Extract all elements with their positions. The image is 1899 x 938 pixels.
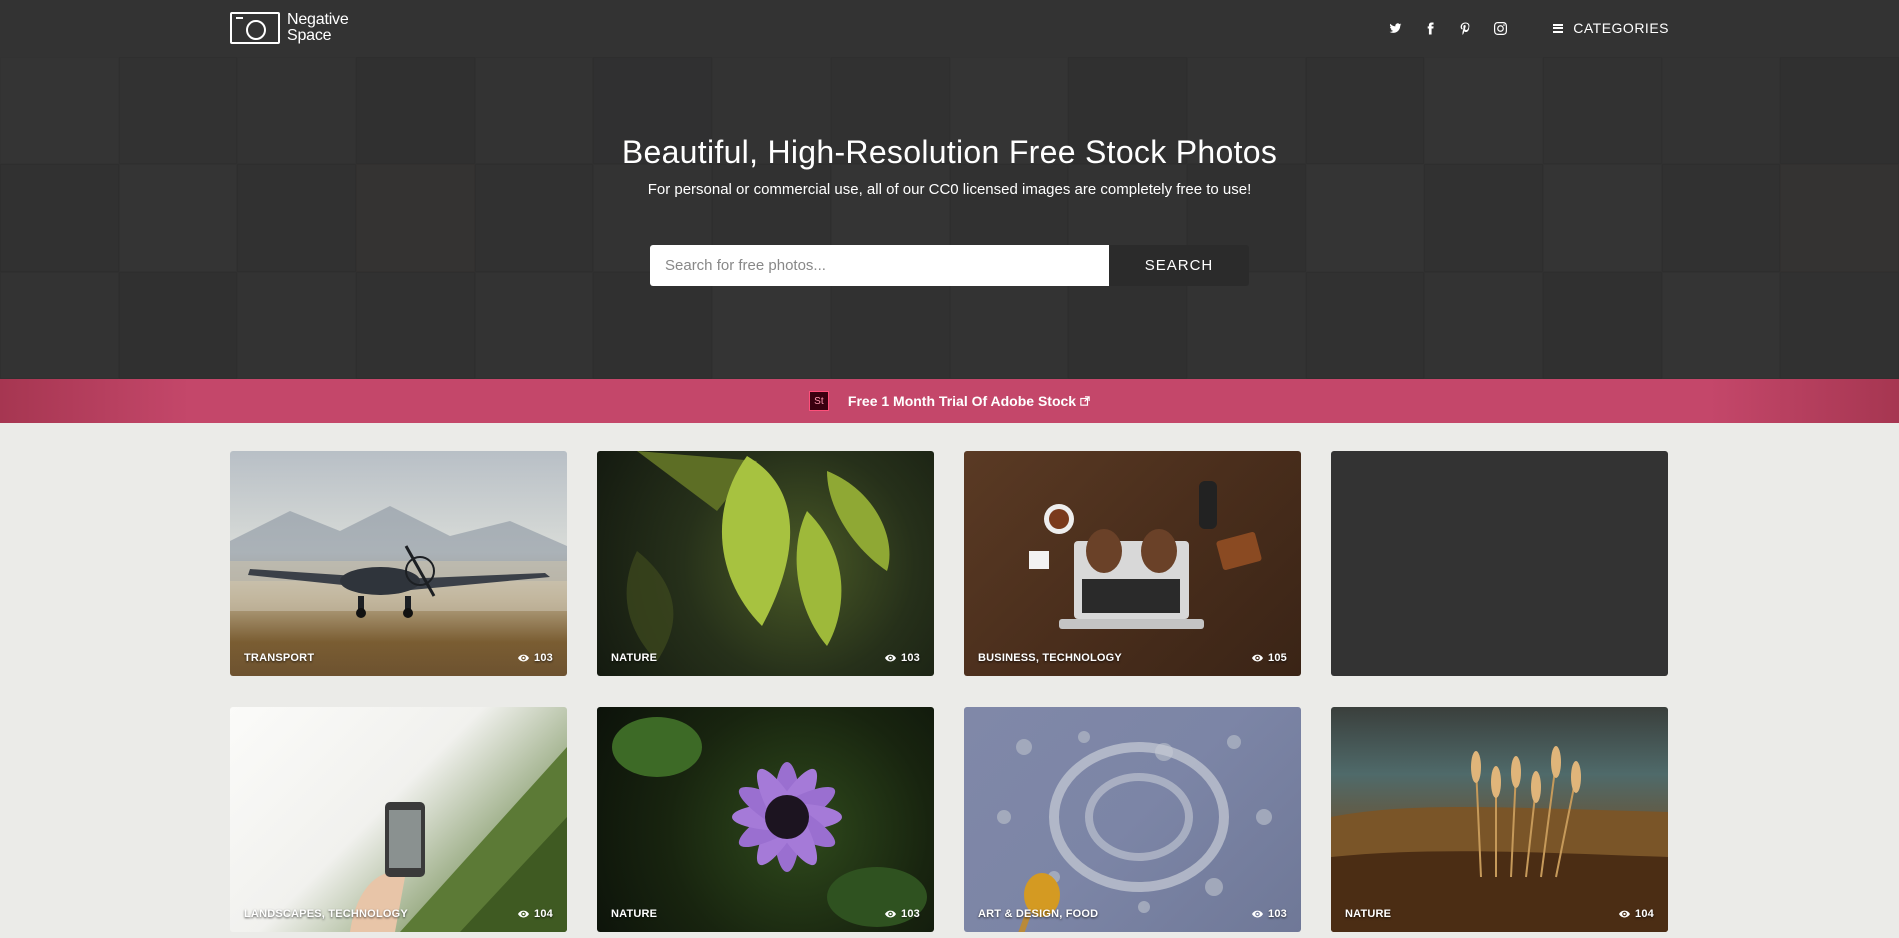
- site-logo[interactable]: Negative Space: [230, 12, 349, 44]
- phone-hand-photo: [350, 747, 567, 932]
- instagram-icon[interactable]: [1483, 18, 1518, 38]
- honey-drops-photo: [997, 731, 1272, 932]
- eye-icon: [518, 910, 530, 918]
- photo-card[interactable]: NATURE 103: [597, 451, 934, 676]
- logo-line-1: Negative: [287, 11, 349, 28]
- photo-card-meta: BUSINESS, TECHNOLOGY 105: [978, 652, 1287, 664]
- external-link-icon: [1080, 396, 1090, 406]
- eye-icon: [1252, 654, 1264, 662]
- photo-category[interactable]: BUSINESS, TECHNOLOGY: [978, 652, 1122, 664]
- twitter-icon[interactable]: [1378, 18, 1413, 38]
- eye-icon: [1252, 910, 1264, 918]
- photo-card[interactable]: BUSINESS, TECHNOLOGY 105: [964, 451, 1301, 676]
- photo-card-meta: NATURE 104: [1345, 908, 1654, 920]
- photo-card[interactable]: LANDSCAPES, TECHNOLOGY 104: [230, 707, 567, 932]
- eye-icon: [518, 654, 530, 662]
- view-count: 103: [1252, 908, 1287, 920]
- grass-sunset-photo: [1331, 746, 1668, 932]
- view-count-value: 103: [901, 652, 920, 664]
- promo-text: Free 1 Month Trial Of Adobe Stock: [847, 393, 1077, 409]
- laptop-desk-photo: [1029, 481, 1262, 629]
- categories-menu-button[interactable]: CATEGORIES: [1553, 20, 1669, 36]
- search-input[interactable]: [650, 245, 1109, 286]
- search-form: SEARCH: [650, 245, 1249, 286]
- view-count: 103: [885, 652, 920, 664]
- photo-category[interactable]: TRANSPORT: [244, 652, 314, 664]
- camera-logo-icon: [230, 12, 280, 44]
- photo-card[interactable]: TRANSPORT 103: [230, 451, 567, 676]
- eye-icon: [1619, 910, 1631, 918]
- photo-card-meta: TRANSPORT 103: [244, 652, 553, 664]
- adobe-stock-icon: St: [808, 391, 829, 411]
- site-header: Negative Space CATEGORIES: [0, 0, 1899, 57]
- photo-card-meta: NATURE 103: [611, 908, 920, 920]
- facebook-icon[interactable]: [1413, 18, 1448, 38]
- view-count-value: 104: [534, 908, 553, 920]
- view-count: 104: [518, 908, 553, 920]
- view-count-value: 104: [1635, 908, 1654, 920]
- view-count: 103: [518, 652, 553, 664]
- promo-bar: St Free 1 Month Trial Of Adobe Stock: [0, 379, 1899, 423]
- photo-card-meta: ART & DESIGN, FOOD 103: [978, 908, 1287, 920]
- leaves-photo: [626, 451, 890, 661]
- photo-card-meta: NATURE 103: [611, 652, 920, 664]
- view-count: 104: [1619, 908, 1654, 920]
- airplane-photo: [230, 506, 567, 618]
- photo-card[interactable]: ART & DESIGN, FOOD 103: [964, 707, 1301, 932]
- photo-card-meta: LANDSCAPES, TECHNOLOGY 104: [244, 908, 553, 920]
- view-count: 105: [1252, 652, 1287, 664]
- purple-flower-photo: [612, 717, 927, 927]
- logo-line-2: Space: [287, 27, 332, 44]
- hero-title: Beautiful, High-Resolution Free Stock Ph…: [621, 134, 1278, 170]
- view-count-value: 103: [901, 908, 920, 920]
- eye-icon: [885, 654, 897, 662]
- logo-text: Negative Space: [287, 12, 349, 44]
- photo-category[interactable]: ART & DESIGN, FOOD: [978, 908, 1098, 920]
- photo-grid: TRANSPORT 103 NATURE 103 BUSINESS, TECHN…: [230, 451, 1670, 932]
- photo-category[interactable]: NATURE: [611, 908, 657, 920]
- categories-label: CATEGORIES: [1573, 20, 1669, 36]
- menu-icon: [1553, 23, 1564, 33]
- header-nav: CATEGORIES: [1378, 18, 1669, 38]
- view-count-value: 103: [534, 652, 553, 664]
- hero-subtitle: For personal or commercial use, all of o…: [647, 181, 1252, 198]
- photo-card[interactable]: NATURE 103: [597, 707, 934, 932]
- photo-category[interactable]: NATURE: [611, 652, 657, 664]
- photo-category[interactable]: NATURE: [1345, 908, 1391, 920]
- adobe-stock-trial-link[interactable]: Free 1 Month Trial Of Adobe Stock: [848, 393, 1090, 409]
- search-button[interactable]: SEARCH: [1109, 245, 1249, 286]
- view-count: 103: [885, 908, 920, 920]
- view-count-value: 105: [1268, 652, 1287, 664]
- view-count-value: 103: [1268, 908, 1287, 920]
- hero-banner: Beautiful, High-Resolution Free Stock Ph…: [0, 57, 1899, 379]
- eye-icon: [885, 910, 897, 918]
- pinterest-icon[interactable]: [1448, 18, 1483, 38]
- ad-placeholder: [1331, 451, 1668, 676]
- photo-card[interactable]: NATURE 104: [1331, 707, 1668, 932]
- photo-category[interactable]: LANDSCAPES, TECHNOLOGY: [244, 908, 408, 920]
- hero-overlay: [0, 57, 1899, 379]
